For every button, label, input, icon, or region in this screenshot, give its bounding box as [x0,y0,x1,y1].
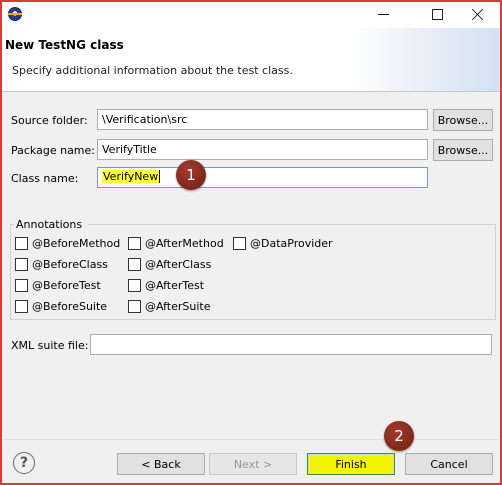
new-testng-class-dialog: New TestNG class Specify additional info… [0,0,502,485]
checkbox-label: @BeforeClass [32,258,108,271]
group-border-top-left [10,224,14,225]
source-folder-browse-button[interactable]: Browse... [433,109,493,131]
checkbox-before-class[interactable]: @BeforeClass [15,258,108,271]
eclipse-icon [8,7,22,21]
next-button[interactable]: Next > [209,453,297,475]
checkbox-label: @AfterMethod [145,237,224,250]
checkbox-icon[interactable] [15,258,28,271]
xml-suite-file-label: XML suite file: [11,339,89,352]
checkbox-icon[interactable] [128,258,141,271]
package-name-label: Package name: [11,144,95,157]
help-icon[interactable]: ? [13,452,35,474]
minimize-button[interactable] [360,2,406,26]
wizard-description: Specify additional information about the… [12,64,293,77]
checkbox-before-test[interactable]: @BeforeTest [15,279,101,292]
close-button[interactable] [454,2,500,26]
checkbox-after-suite[interactable]: @AfterSuite [128,300,211,313]
checkbox-after-test[interactable]: @AfterTest [128,279,204,292]
button-bar-separator [4,439,498,440]
finish-button[interactable]: Finish [307,453,395,475]
xml-suite-file-input[interactable] [90,334,492,355]
wizard-title: New TestNG class [5,38,124,52]
checkbox-icon[interactable] [128,237,141,250]
class-name-label: Class name: [11,172,79,185]
checkbox-icon[interactable] [15,237,28,250]
class-name-value: VerifyNew [102,170,161,183]
package-name-browse-button[interactable]: Browse... [433,139,493,161]
checkbox-icon[interactable] [128,300,141,313]
source-folder-label: Source folder: [11,114,88,127]
class-name-input[interactable]: VerifyNew [97,167,428,188]
checkbox-label: @DataProvider [250,237,333,250]
checkbox-label: @AfterClass [145,258,212,271]
checkbox-label: @BeforeSuite [32,300,108,313]
checkbox-icon[interactable] [15,279,28,292]
checkbox-after-class[interactable]: @AfterClass [128,258,211,271]
checkbox-label: @AfterSuite [145,300,211,313]
source-folder-input[interactable] [97,109,428,130]
minimize-icon [377,13,389,15]
callout-badge-1: 1 [176,160,206,190]
package-name-input[interactable] [97,139,428,160]
checkbox-icon[interactable] [128,279,141,292]
callout-badge-2: 2 [384,421,414,451]
checkbox-before-method[interactable]: @BeforeMethod [15,237,120,250]
checkbox-label: @AfterTest [145,279,205,292]
group-border-top-right [88,224,496,225]
checkbox-label: @BeforeTest [32,279,101,292]
checkbox-icon[interactable] [233,237,246,250]
wizard-banner: New TestNG class Specify additional info… [2,28,500,92]
close-icon [471,8,484,21]
checkbox-icon[interactable] [15,300,28,313]
checkbox-label: @BeforeMethod [32,237,121,250]
maximize-icon [431,8,443,20]
title-bar [2,2,500,28]
back-button[interactable]: < Back [117,453,205,475]
checkbox-before-suite[interactable]: @BeforeSuite [15,300,107,313]
checkbox-after-method[interactable]: @AfterMethod [128,237,224,250]
checkbox-data-provider[interactable]: @DataProvider [233,237,333,250]
cancel-button[interactable]: Cancel [405,453,493,475]
annotations-group-title: Annotations [16,218,83,231]
